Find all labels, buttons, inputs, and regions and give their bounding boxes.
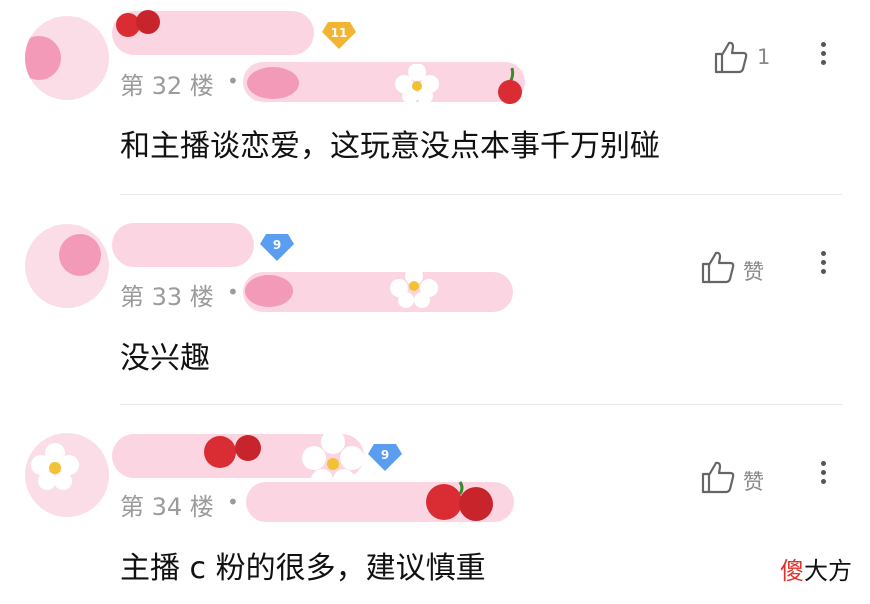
comment-text: 没兴趣 (120, 341, 210, 376)
like-count: 1 (757, 45, 771, 69)
more-vertical-icon (812, 461, 834, 484)
cherry-decoration-icon (426, 481, 493, 521)
thumbs-up-icon (701, 251, 735, 284)
watermark: 傻大方 (780, 557, 852, 585)
cherry-decoration-icon (498, 67, 522, 104)
username-blurred[interactable] (112, 223, 254, 267)
floor-label: 第 33 楼 (120, 283, 214, 311)
divider (120, 404, 842, 405)
more-options-button[interactable] (812, 457, 834, 497)
like-button[interactable]: 1 (713, 40, 813, 80)
separator-dot: • (227, 490, 239, 514)
cherry-decoration-icon (116, 10, 160, 37)
like-button[interactable]: 赞 (700, 250, 800, 290)
thumbs-up-icon (714, 41, 748, 74)
level-badge: 11 (322, 20, 356, 50)
thumbs-up-icon (701, 461, 735, 494)
like-label: 赞 (743, 470, 764, 494)
floor-label: 第 34 楼 (120, 493, 214, 521)
flower-decoration-icon (31, 443, 79, 490)
floor-label: 第 32 楼 (120, 72, 214, 100)
more-vertical-icon (812, 42, 834, 65)
separator-dot: • (227, 69, 239, 93)
avatar[interactable] (25, 433, 109, 517)
flower-decoration-icon (390, 268, 438, 308)
divider (120, 194, 842, 195)
level-badge: 9 (260, 232, 294, 262)
avatar[interactable] (25, 224, 109, 308)
comment-text: 和主播谈恋爱，这玩意没点本事千万别碰 (120, 129, 660, 164)
cherry-decoration-icon (204, 435, 261, 468)
level-badge: 9 (368, 442, 402, 472)
more-vertical-icon (812, 251, 834, 274)
heart-decoration-icon (247, 67, 299, 99)
more-options-button[interactable] (812, 38, 834, 78)
comment-text: 主播 c 粉的很多，建议慎重 (120, 551, 486, 586)
avatar[interactable] (25, 16, 109, 100)
like-label: 赞 (743, 260, 764, 284)
separator-dot: • (227, 280, 239, 304)
heart-decoration-icon (245, 275, 293, 307)
more-options-button[interactable] (812, 247, 834, 287)
flower-decoration-icon (395, 64, 439, 104)
like-button[interactable]: 赞 (700, 460, 800, 500)
